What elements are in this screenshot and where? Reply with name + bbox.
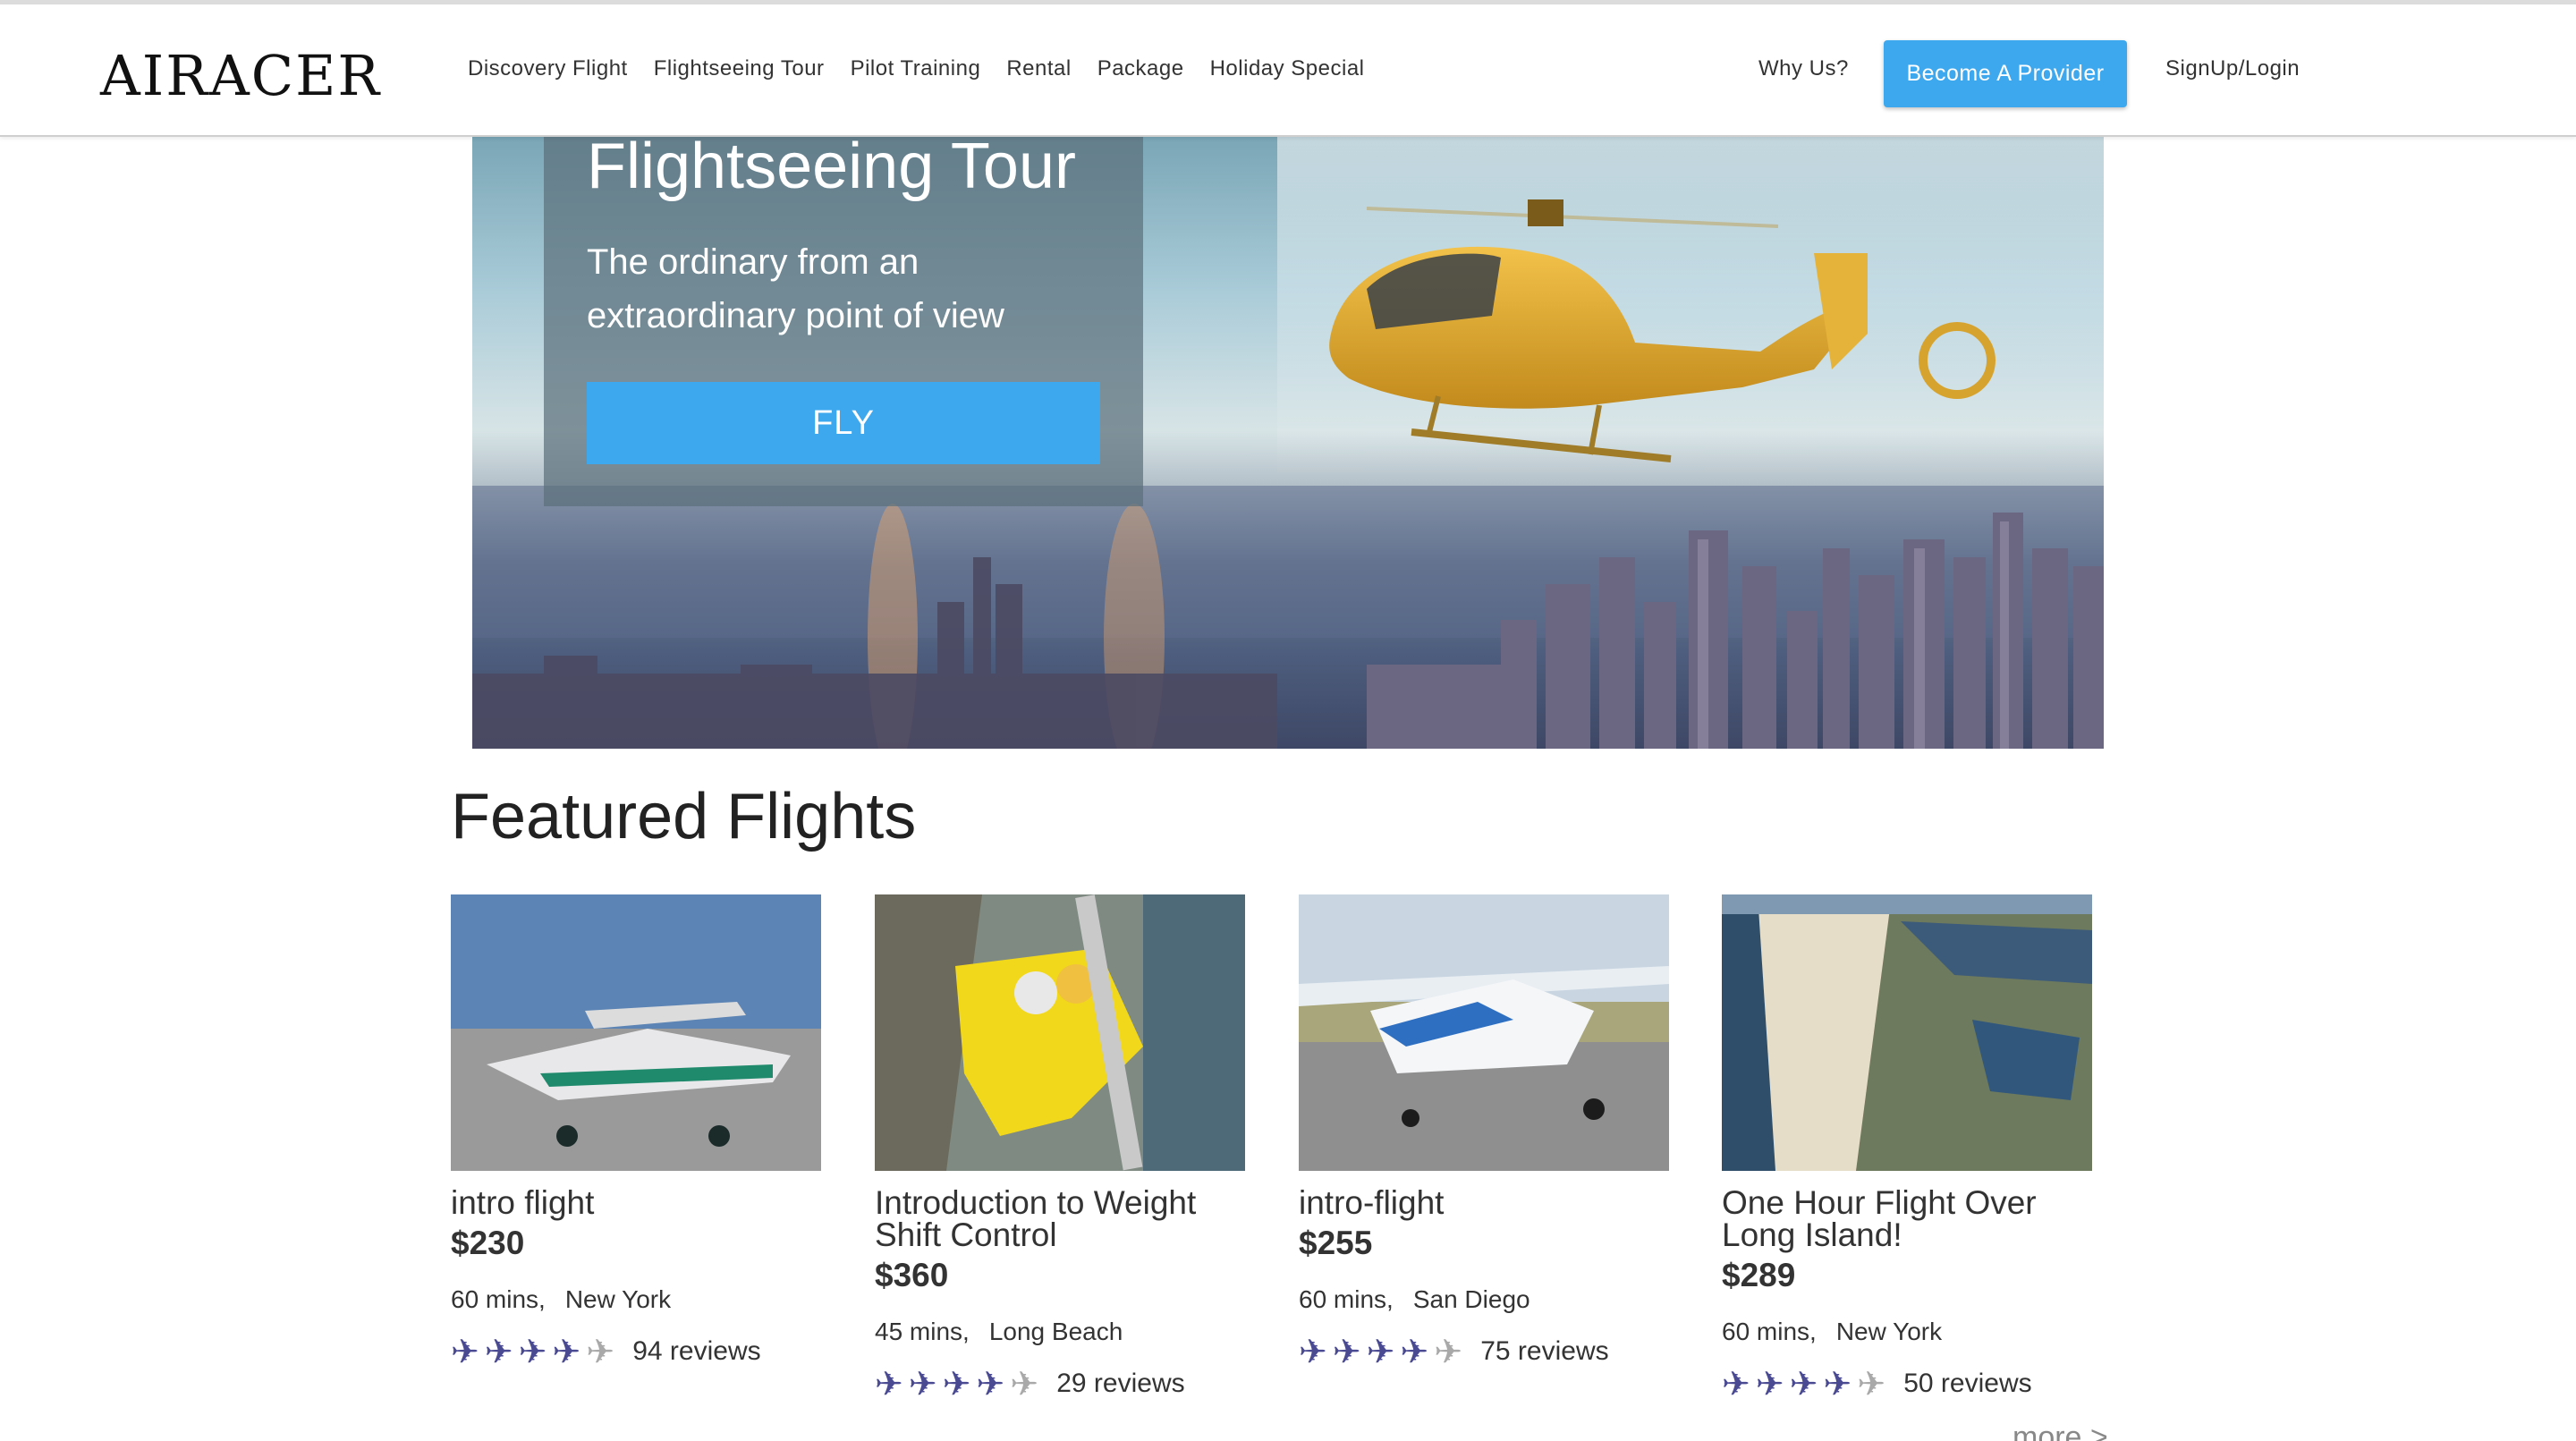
flight-title[interactable]: intro-flight: [1299, 1186, 1669, 1219]
become-provider-button[interactable]: Become A Provider: [1884, 40, 2127, 107]
rating-plane-icon-empty: ✈: [1010, 1364, 1039, 1403]
fly-button[interactable]: FLY: [587, 382, 1100, 464]
review-count[interactable]: 50 reviews: [1903, 1369, 2031, 1399]
hero-subtitle: The ordinary from an extraordinary point…: [587, 242, 1004, 335]
flight-title[interactable]: intro flight: [451, 1186, 821, 1219]
flight-duration: 60 mins,: [1722, 1318, 1817, 1345]
flight-thumbnail-image[interactable]: [1722, 894, 2092, 1171]
flight-thumbnail-image[interactable]: [451, 894, 821, 1171]
rating-plane-icon: ✈: [1789, 1364, 1818, 1403]
review-count[interactable]: 75 reviews: [1480, 1336, 1608, 1367]
why-us-link[interactable]: Why Us?: [1758, 56, 1849, 81]
flight-title[interactable]: Introduction to Weight Shift Control: [875, 1186, 1245, 1251]
rating-plane-icon: ✈: [552, 1332, 581, 1371]
flight-rating: ✈ ✈ ✈ ✈ ✈ 29 reviews: [875, 1366, 1245, 1402]
rating-plane-icon: ✈: [908, 1364, 937, 1403]
flight-price: $230: [451, 1225, 525, 1261]
rating-plane-icon: ✈: [976, 1364, 1005, 1403]
featured-flights-heading: Featured Flights: [451, 781, 917, 852]
nav-discovery-flight[interactable]: Discovery Flight: [468, 56, 628, 81]
flight-price: $360: [875, 1257, 949, 1293]
flight-city: New York: [564, 1285, 672, 1313]
flight-meta: 60 mins, San Diego: [1299, 1285, 1669, 1314]
flight-city: Long Beach: [988, 1318, 1123, 1345]
rating-plane-icon: ✈: [942, 1364, 971, 1403]
signup-login-link[interactable]: SignUp/Login: [2165, 56, 2300, 81]
flight-card[interactable]: One Hour Flight Over Long Island! $289 6…: [1722, 894, 2092, 1402]
rating-plane-icon: ✈: [1299, 1332, 1327, 1371]
hero-banner: Flightseeing Tour The ordinary from an e…: [472, 137, 2104, 749]
nav-flightseeing-tour[interactable]: Flightseeing Tour: [654, 56, 825, 81]
main-nav: Discovery Flight Flightseeing Tour Pilot…: [468, 56, 1365, 81]
rating-plane-icon: ✈: [1823, 1364, 1852, 1403]
rating-plane-icon-empty: ✈: [1857, 1364, 1886, 1403]
nav-pilot-training[interactable]: Pilot Training: [851, 56, 981, 81]
rating-plane-icon: ✈: [451, 1332, 479, 1371]
rating-plane-icon: ✈: [518, 1332, 547, 1371]
rating-plane-icon: ✈: [875, 1364, 903, 1403]
rating-plane-icon: ✈: [1755, 1364, 1784, 1403]
flight-price: $255: [1299, 1225, 1373, 1261]
flight-thumbnail-image[interactable]: [1299, 894, 1669, 1171]
hero-title: Flightseeing Tour: [587, 137, 1076, 202]
flight-meta: 60 mins, New York: [451, 1285, 821, 1314]
flight-duration: 45 mins,: [875, 1318, 970, 1345]
nav-holiday-special[interactable]: Holiday Special: [1210, 56, 1365, 81]
flight-card[interactable]: intro flight $230 60 mins, New York ✈ ✈ ✈…: [451, 894, 821, 1369]
site-header: AIRACER Discovery Flight Flightseeing To…: [0, 4, 2576, 137]
flight-city: New York: [1835, 1318, 1943, 1345]
nav-rental[interactable]: Rental: [1006, 56, 1071, 81]
review-count[interactable]: 29 reviews: [1056, 1369, 1184, 1399]
flight-rating: ✈ ✈ ✈ ✈ ✈ 75 reviews: [1299, 1334, 1669, 1369]
hero-overlay-panel: Flightseeing Tour The ordinary from an e…: [544, 137, 1143, 506]
nav-package[interactable]: Package: [1097, 56, 1184, 81]
flight-city: San Diego: [1412, 1285, 1530, 1313]
rating-plane-icon: ✈: [1400, 1332, 1429, 1371]
flight-duration: 60 mins,: [451, 1285, 546, 1313]
more-link[interactable]: more >: [2012, 1420, 2108, 1441]
flight-meta: 60 mins, New York: [1722, 1318, 2092, 1346]
rating-plane-icon: ✈: [1332, 1332, 1361, 1371]
flight-card[interactable]: intro-flight $255 60 mins, San Diego ✈ ✈ …: [1299, 894, 1669, 1369]
flight-thumbnail-image[interactable]: [875, 894, 1245, 1171]
flight-rating: ✈ ✈ ✈ ✈ ✈ 50 reviews: [1722, 1366, 2092, 1402]
flight-title[interactable]: One Hour Flight Over Long Island!: [1722, 1186, 2092, 1251]
airacer-logo[interactable]: AIRACER: [100, 40, 381, 112]
flight-duration: 60 mins,: [1299, 1285, 1394, 1313]
rating-plane-icon-empty: ✈: [1434, 1332, 1463, 1371]
rating-plane-icon-empty: ✈: [586, 1332, 615, 1371]
flight-card[interactable]: Introduction to Weight Shift Control $36…: [875, 894, 1245, 1402]
flight-price: $289: [1722, 1257, 1796, 1293]
rating-plane-icon: ✈: [1366, 1332, 1395, 1371]
flight-meta: 45 mins, Long Beach: [875, 1318, 1245, 1346]
flight-rating: ✈ ✈ ✈ ✈ ✈ 94 reviews: [451, 1334, 821, 1369]
rating-plane-icon: ✈: [484, 1332, 513, 1371]
rating-plane-icon: ✈: [1722, 1364, 1750, 1403]
review-count[interactable]: 94 reviews: [632, 1336, 760, 1367]
